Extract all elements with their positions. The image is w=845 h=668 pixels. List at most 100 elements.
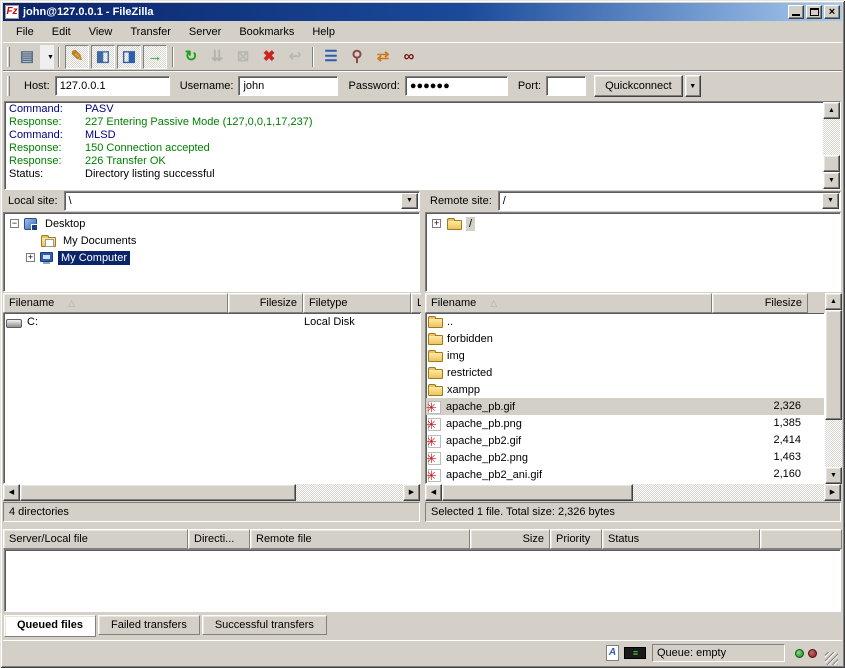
scrollbar-thumb[interactable] [442,484,633,501]
scroll-left-icon[interactable]: ◀ [3,484,20,501]
tab-failed-transfers[interactable]: Failed transfers [98,615,200,635]
queue-column-priority[interactable]: Priority [550,529,602,549]
local-column-l[interactable]: L [411,293,421,313]
menu-item-transfer[interactable]: Transfer [121,23,180,41]
scrollbar-track[interactable] [823,119,840,172]
site-manager-dropdown-button[interactable]: ▼ [40,45,54,69]
disconnect-button[interactable]: ✖ [257,45,281,69]
quickconnect-dropdown-button[interactable]: ▼ [685,75,701,97]
file-row-apache-pb2-png[interactable]: apache_pb2.png1,463 [426,449,824,466]
file-row-apache-pb-gif[interactable]: apache_pb.gif2,326 [426,398,824,415]
process-queue-button[interactable]: ⇊ [205,45,229,69]
queue-column-spacer[interactable] [760,529,842,549]
scroll-down-icon[interactable]: ▼ [825,467,842,484]
filesize-cell: 2,326 [713,398,809,415]
menu-item-view[interactable]: View [80,23,122,41]
synchronized-browsing-button[interactable]: ⇄ [371,45,395,69]
file-row-apache-pb2-gif[interactable]: apache_pb2.gif2,414 [426,432,824,449]
local-site-combo[interactable]: \ ▼ [64,191,420,211]
message-log: Command:PASVResponse:227 Entering Passiv… [4,101,841,190]
local-column-filename[interactable]: Filename△ [3,293,228,313]
find-files-button[interactable]: ∞ [397,45,421,69]
site-manager-button[interactable]: ▤ [15,45,39,69]
queue-column-remote-file[interactable]: Remote file [250,529,470,549]
transfer-queue-header: Server/Local fileDirecti...Remote fileSi… [3,529,842,549]
scrollbar-track[interactable] [442,484,824,501]
toggle-local-tree-button[interactable]: ◧ [91,45,115,69]
password-input[interactable] [405,76,508,96]
minimize-button[interactable] [788,5,804,19]
local-column-filesize[interactable]: Filesize [228,293,303,313]
menu-item-server[interactable]: Server [180,23,230,41]
scrollbar-track[interactable] [825,310,842,467]
remote-column-filename[interactable]: Filename△ [425,293,712,313]
collapse-icon[interactable]: − [10,219,19,228]
maximize-button[interactable] [806,5,822,19]
remote-horizontal-scrollbar[interactable]: ◀ ▶ [425,484,841,501]
scroll-up-icon[interactable]: ▲ [823,102,840,119]
disconnect-icon: ✖ [263,48,276,66]
toggle-message-log-button[interactable]: ✎ [65,45,89,69]
scroll-right-icon[interactable]: ▶ [403,484,420,501]
queue-column-size[interactable]: Size [470,529,550,549]
tree-item-my-computer[interactable]: +My Computer [4,249,419,266]
scroll-right-icon[interactable]: ▶ [824,484,841,501]
chevron-down-icon[interactable]: ▼ [822,193,839,209]
toolbar-separator [58,47,60,67]
file-row-apache-pb-png[interactable]: apache_pb.png1,385 [426,415,824,432]
quickconnect-button[interactable]: Quickconnect [594,75,683,97]
file-row-apache-pb2-ani-gif[interactable]: apache_pb2_ani.gif2,160 [426,466,824,483]
file-row-forbidden[interactable]: forbidden [426,330,824,347]
file-row-img[interactable]: img [426,347,824,364]
scrollbar-thumb[interactable] [20,484,296,501]
transfer-queue-list[interactable] [4,549,841,612]
expand-icon[interactable]: + [432,219,441,228]
toggle-transfer-queue-button[interactable]: → [143,45,167,69]
expand-icon[interactable]: + [26,253,35,262]
local-column-filetype[interactable]: Filetype [303,293,411,313]
cancel-operation-button[interactable]: ⊠ [231,45,255,69]
remote-column-filesize[interactable]: Filesize [712,293,808,313]
scrollbar-thumb[interactable] [825,310,842,420]
tree-item-root[interactable]: +/ [426,215,840,232]
host-input[interactable] [55,76,170,96]
reconnect-button[interactable]: ↩ [283,45,307,69]
scroll-up-icon[interactable]: ▲ [825,293,842,310]
menu-item-bookmarks[interactable]: Bookmarks [230,23,303,41]
queue-column-directiparent[interactable]: Directi... [188,529,250,549]
scrollbar-thumb[interactable] [823,155,840,172]
menu-item-edit[interactable]: Edit [43,23,80,41]
scrollbar-track[interactable] [20,484,403,501]
queue-column-server-local-file[interactable]: Server/Local file [3,529,188,549]
username-input[interactable] [238,76,338,96]
tab-successful-transfers[interactable]: Successful transfers [202,615,327,635]
tab-queued-files[interactable]: Queued files [4,615,96,637]
file-row-parent[interactable]: .. [426,313,824,330]
toggle-remote-tree-button[interactable]: ◨ [117,45,141,69]
remote-site-combo[interactable]: / ▼ [498,191,841,211]
chevron-down-icon[interactable]: ▼ [401,193,418,209]
compare-directories-button[interactable]: ⚲ [345,45,369,69]
refresh-button[interactable]: ↻ [179,45,203,69]
toggle-transfer-queue-icon: → [148,48,163,66]
resize-grip[interactable] [825,652,838,665]
menu-item-help[interactable]: Help [303,23,344,41]
file-row-c[interactable]: C:Local Disk [4,313,420,330]
remote-vertical-scrollbar[interactable]: ▲ ▼ [825,293,842,484]
filezilla-logo-icon[interactable]: Fz [5,5,19,19]
tree-item-my-documents[interactable]: My Documents [4,232,419,249]
message-log-scrollbar[interactable]: ▲ ▼ [823,102,840,189]
filter-button[interactable]: ☰ [319,45,343,69]
scroll-left-icon[interactable]: ◀ [425,484,442,501]
close-button[interactable]: × [824,5,840,19]
file-row-restricted[interactable]: restricted [426,364,824,381]
filename-cell: .. [426,315,713,328]
file-row-xampp[interactable]: xampp [426,381,824,398]
menu-item-file[interactable]: File [7,23,43,41]
local-horizontal-scrollbar[interactable]: ◀ ▶ [3,484,420,501]
filename-text: .. [447,316,453,328]
scroll-down-icon[interactable]: ▼ [823,172,840,189]
port-input[interactable] [546,76,586,96]
tree-item-desktop[interactable]: −Desktop [4,215,419,232]
queue-column-status[interactable]: Status [602,529,760,549]
